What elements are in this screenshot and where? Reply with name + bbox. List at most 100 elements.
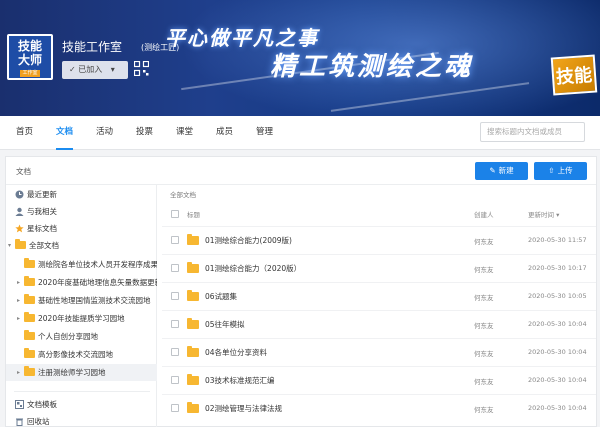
row-checkbox[interactable] <box>171 264 179 272</box>
sidebar-item-label: 星标文档 <box>27 224 57 233</box>
folder-icon <box>24 330 35 340</box>
joined-label: 已加入 <box>78 65 103 74</box>
table-row[interactable]: 04各单位分享资料 何东友 2020-05-30 10:04 <box>162 338 596 366</box>
logo-text: 工作室 <box>20 70 40 77</box>
file-name[interactable]: 01测绘综合能力（2020版） <box>205 263 301 274</box>
tab-classroom[interactable]: 课堂 <box>176 116 193 150</box>
select-all-checkbox[interactable] <box>171 210 179 218</box>
tab-votes[interactable]: 投票 <box>136 116 153 150</box>
file-owner: 何东友 <box>474 378 494 386</box>
folder-icon <box>15 239 26 249</box>
banner-decoration <box>330 82 530 112</box>
sidebar-item-folder[interactable]: 个人自创分享园地 <box>6 328 157 345</box>
chevron-right-icon[interactable]: ▸ <box>17 292 23 309</box>
folder-icon <box>187 318 199 329</box>
sidebar-item-label: 个人自创分享园地 <box>38 332 98 341</box>
studio-banner: 技能 大师 工作室 技能工作室 (测绘工匠) ✓ 已加入 ▾ 平心做平凡之事 精… <box>0 0 600 116</box>
sidebar-item-folder[interactable]: ▸ 2020年技能提质学习园地 <box>6 310 157 327</box>
table-row[interactable]: 06试题集 何东友 2020-05-30 10:05 <box>162 282 596 310</box>
search-input[interactable]: 搜索标题内文档或成员 <box>480 122 585 142</box>
chevron-right-icon[interactable]: ▸ <box>17 364 23 381</box>
folder-icon <box>187 262 199 273</box>
check-icon: ✓ <box>69 65 76 74</box>
column-header-owner[interactable]: 创建人 <box>474 209 494 219</box>
tab-documents[interactable]: 文档 <box>56 116 74 150</box>
sidebar-item-related[interactable]: 与我相关 <box>6 203 157 220</box>
file-list: 全部文档 标题 创建人 更新时间 ▾ 01测绘综合能力(2009版) 何东友 2… <box>162 185 596 427</box>
tab-home[interactable]: 首页 <box>16 116 33 150</box>
tab-members[interactable]: 成员 <box>216 116 233 150</box>
file-name[interactable]: 06试题集 <box>205 291 237 302</box>
sidebar-item-templates[interactable]: 文档模板 <box>6 396 157 413</box>
row-checkbox[interactable] <box>171 348 179 356</box>
row-checkbox[interactable] <box>171 404 179 412</box>
table-row[interactable]: 03技术标准规范汇编 何东友 2020-05-30 10:04 <box>162 366 596 394</box>
sidebar-item-folder-selected[interactable]: ▸ 注册测绘师学习园地 <box>6 364 157 381</box>
edit-icon: ✎ <box>489 166 496 175</box>
folder-icon <box>187 374 199 385</box>
sidebar-item-label: 与我相关 <box>27 207 57 216</box>
row-checkbox[interactable] <box>171 320 179 328</box>
logo-text: 大师 <box>17 53 42 67</box>
sidebar-item-starred[interactable]: 星标文档 <box>6 220 157 237</box>
chevron-down-icon[interactable]: ▾ <box>8 237 14 254</box>
file-date: 2020-05-30 10:17 <box>528 264 587 272</box>
tab-activities[interactable]: 活动 <box>96 116 113 150</box>
caret-down-icon: ▾ <box>110 65 115 74</box>
folder-icon <box>24 348 35 358</box>
tab-manage[interactable]: 管理 <box>256 116 273 150</box>
upload-label: 上传 <box>557 166 573 175</box>
row-checkbox[interactable] <box>171 236 179 244</box>
sidebar-item-folder[interactable]: ▸ 2020年度基础地理信息矢量数据更新 <box>6 274 157 291</box>
sidebar-item-folder[interactable]: 测绘院各单位技术人员开发程序成果 <box>6 256 157 273</box>
studio-name: 技能工作室 <box>62 40 123 54</box>
file-name[interactable]: 03技术标准规范汇编 <box>205 375 275 386</box>
file-name[interactable]: 01测绘综合能力(2009版) <box>205 235 292 246</box>
chevron-right-icon[interactable]: ▸ <box>17 310 23 327</box>
column-header-title[interactable]: 标题 <box>187 209 200 219</box>
folder-icon <box>187 290 199 301</box>
table-row[interactable]: 05往年模拟 何东友 2020-05-30 10:04 <box>162 310 596 338</box>
sidebar-item-label: 注册测绘师学习园地 <box>38 368 106 377</box>
file-date: 2020-05-30 10:04 <box>528 376 587 384</box>
chevron-right-icon[interactable]: ▸ <box>17 274 23 291</box>
new-button[interactable]: ✎ 新建 <box>475 162 528 180</box>
folder-icon <box>24 366 35 376</box>
folder-icon <box>187 234 199 245</box>
star-icon <box>15 224 24 233</box>
sort-icon: ▾ <box>556 211 560 219</box>
row-checkbox[interactable] <box>171 376 179 384</box>
file-name[interactable]: 05往年模拟 <box>205 319 245 330</box>
table-row[interactable]: 02测绘管理与法律法规 何东友 2020-05-30 10:04 <box>162 394 596 422</box>
sidebar-item-all-docs[interactable]: ▾ 全部文档 <box>6 237 157 254</box>
sidebar-item-recent[interactable]: 最近更新 <box>6 186 157 203</box>
file-name[interactable]: 02测绘管理与法律法规 <box>205 403 282 414</box>
folder-icon <box>24 258 35 268</box>
column-header-updated[interactable]: 更新时间 ▾ <box>528 209 559 219</box>
file-owner: 何东友 <box>474 238 494 246</box>
sidebar-item-trash[interactable]: 回收站 <box>6 413 157 427</box>
sidebar-item-label: 基础性地理国情监测技术交流园地 <box>38 296 151 305</box>
sidebar-item-label: 2020年技能提质学习园地 <box>38 314 125 323</box>
folder-icon <box>24 276 35 286</box>
sidebar-item-label: 回收站 <box>27 417 50 426</box>
table-row[interactable]: 01测绘综合能力（2020版） 何东友 2020-05-30 10:17 <box>162 254 596 282</box>
sidebar-item-label: 文档模板 <box>27 400 57 409</box>
sidebar-item-folder[interactable]: 高分影像技术交流园地 <box>6 346 157 363</box>
file-name[interactable]: 04各单位分享资料 <box>205 347 267 358</box>
page-title: 文档 <box>16 167 31 176</box>
studio-nav: 首页 文档 活动 投票 课堂 成员 管理 搜索标题内文档或成员 <box>0 116 600 150</box>
table-row[interactable]: 01测绘综合能力(2009版) 何东友 2020-05-30 11:57 <box>162 226 596 254</box>
new-label: 新建 <box>498 166 514 175</box>
sidebar-item-folder[interactable]: ▸ 基础性地理国情监测技术交流园地 <box>6 292 157 309</box>
qr-code-icon[interactable] <box>134 61 149 76</box>
file-owner: 何东友 <box>474 322 494 330</box>
row-checkbox[interactable] <box>171 292 179 300</box>
skill-badge: 技能 <box>550 54 598 96</box>
studio-logo: 技能 大师 工作室 <box>7 34 53 80</box>
file-owner: 何东友 <box>474 350 494 358</box>
folder-icon <box>24 312 35 322</box>
joined-button[interactable]: ✓ 已加入 ▾ <box>62 61 128 79</box>
upload-button[interactable]: ⇧ 上传 <box>534 162 587 180</box>
folder-icon <box>24 294 35 304</box>
